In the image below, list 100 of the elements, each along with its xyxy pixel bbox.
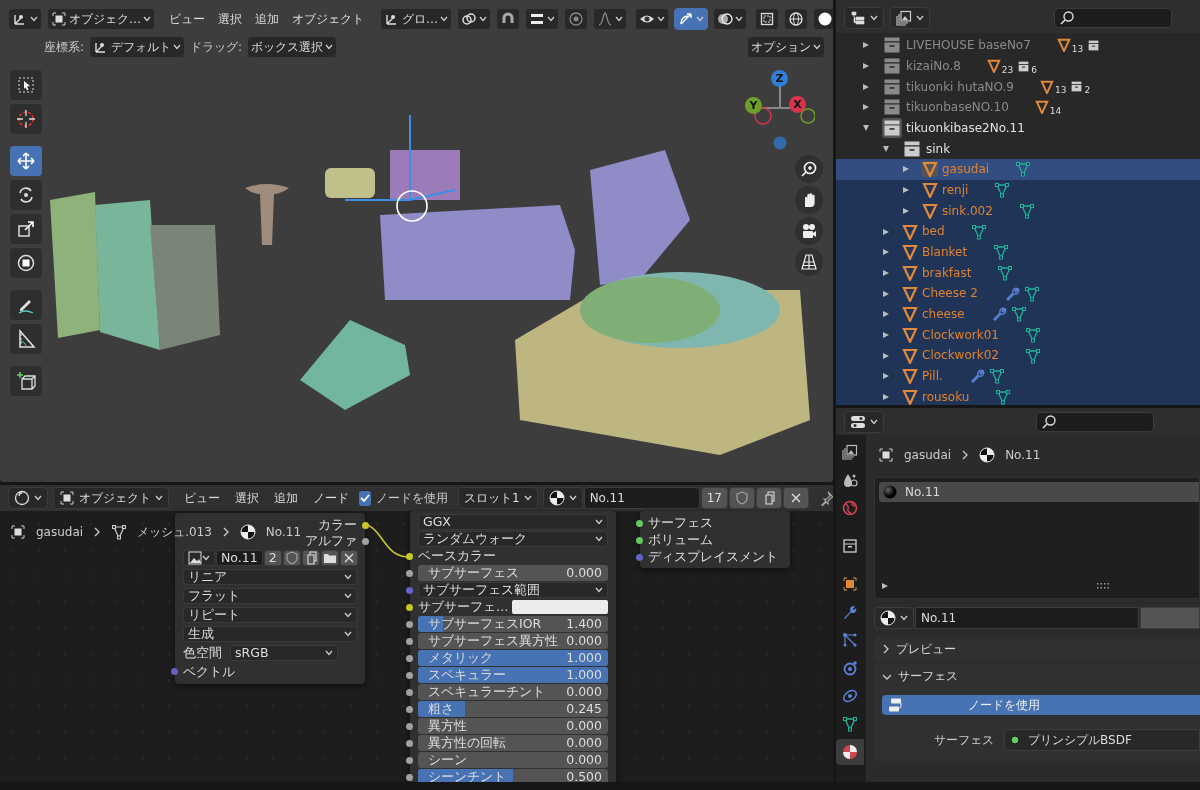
expand-arrow-icon[interactable]	[881, 582, 889, 590]
image-name-field[interactable]: No.11	[216, 549, 263, 566]
outliner-row[interactable]: Blanket	[836, 241, 1200, 263]
outliner-row[interactable]: Pill.	[836, 366, 1200, 387]
node-socket[interactable]	[406, 553, 413, 560]
menu-item[interactable]: 選択	[214, 11, 246, 27]
value-slider[interactable]: サブサーフェス 0.000	[418, 564, 608, 581]
orientation-dropdown[interactable]: グロ…	[380, 8, 452, 30]
solid-shading-button[interactable]	[813, 8, 833, 30]
outliner-row[interactable]: bed	[836, 221, 1200, 242]
outliner-row[interactable]: Cheese 2	[836, 283, 1200, 304]
node-socket[interactable]	[636, 554, 643, 561]
surface-shader-dropdown[interactable]: プリンシプルBSDF	[1004, 728, 1200, 751]
node-socket[interactable]	[406, 672, 413, 679]
node-dropdown[interactable]: リニア	[183, 568, 357, 585]
expand-arrow-icon[interactable]	[882, 310, 890, 319]
proportional-toggle[interactable]	[564, 8, 588, 30]
color-swatch[interactable]	[512, 599, 608, 614]
expand-arrow-icon[interactable]	[902, 165, 910, 174]
image-browse-dropdown[interactable]	[183, 549, 215, 566]
outliner-row[interactable]: Clockwork01	[836, 324, 1200, 346]
outliner-row[interactable]: tikuonbaseNO.10 14	[836, 97, 1200, 118]
unlink-button[interactable]	[782, 487, 809, 509]
drag-dropdown[interactable]: ボックス選択	[247, 36, 338, 58]
expand-arrow-icon[interactable]	[882, 351, 890, 360]
node-socket[interactable]	[406, 706, 413, 713]
open-button[interactable]	[320, 549, 339, 566]
node-socket[interactable]	[406, 638, 413, 645]
node-socket[interactable]	[406, 655, 413, 662]
overlay-toggle[interactable]	[713, 8, 747, 30]
menu-item[interactable]: ビュー	[165, 11, 209, 27]
material-name-field[interactable]: No.11	[915, 607, 1139, 629]
node-socket[interactable]	[406, 604, 413, 611]
node-socket[interactable]	[406, 740, 413, 747]
outliner-row[interactable]: renji	[836, 179, 1200, 201]
pivot-toggle[interactable]	[457, 8, 491, 30]
node-dropdown[interactable]: GGX	[418, 513, 608, 530]
editor-type-dropdown[interactable]	[8, 487, 48, 509]
mode-dropdown[interactable]: オブジェク…	[47, 8, 155, 30]
unlink-button[interactable]	[339, 549, 358, 566]
node-dropdown[interactable]: フラット	[183, 587, 357, 604]
outliner-row[interactable]: LIVEHOUSE baseNo7 13	[836, 35, 1200, 56]
search-field[interactable]	[1054, 8, 1172, 28]
mode-dropdown[interactable]: オブジェクト	[53, 487, 169, 509]
select-tool-button[interactable]	[10, 70, 42, 100]
material-slot[interactable]: No.11	[879, 482, 1199, 502]
display-mode-dropdown[interactable]	[844, 7, 884, 29]
panel-header[interactable]: サーフェス	[874, 664, 1200, 689]
node-socket[interactable]	[362, 538, 369, 545]
expand-arrow-icon[interactable]	[862, 82, 870, 91]
fake-user-button[interactable]	[728, 487, 755, 509]
node-dropdown[interactable]: 生成	[183, 625, 357, 642]
menu-item[interactable]: 追加	[251, 11, 283, 27]
color-space-dropdown[interactable]: sRGB	[230, 644, 338, 661]
value-slider[interactable]: 粗さ 0.245	[418, 700, 608, 717]
expand-arrow-icon[interactable]	[862, 124, 870, 133]
editor-type-dropdown[interactable]	[8, 8, 42, 30]
outliner-row[interactable]: sink.002	[836, 200, 1200, 222]
outliner-row[interactable]: kizaiNo.8 23 6	[836, 55, 1200, 77]
snap-target-dropdown[interactable]	[525, 8, 559, 30]
pan-button[interactable]	[795, 186, 823, 214]
gizmo-toggle[interactable]	[674, 8, 708, 30]
coordinate-system-dropdown[interactable]: デフォルト	[89, 36, 186, 58]
value-slider[interactable]: 異方性 0.000	[418, 717, 608, 734]
material-browse-dropdown[interactable]	[874, 607, 914, 629]
node-socket[interactable]	[406, 621, 413, 628]
filter-dropdown[interactable]	[890, 7, 930, 29]
expand-arrow-icon[interactable]	[882, 289, 890, 298]
measure-tool-button[interactable]	[10, 324, 42, 354]
menu-item[interactable]: オブジェクト	[288, 11, 368, 27]
menu-item[interactable]: 選択	[230, 490, 264, 506]
node-socket[interactable]	[171, 668, 178, 675]
scale-tool-button[interactable]	[10, 214, 42, 244]
expand-arrow-icon[interactable]	[882, 144, 890, 153]
node-socket[interactable]	[406, 689, 413, 696]
wireframe-shading-button[interactable]	[784, 8, 808, 30]
use-nodes-checkbox[interactable]	[359, 490, 371, 506]
value-slider[interactable]: スペキュラー 1.000	[418, 666, 608, 683]
expand-arrow-icon[interactable]	[882, 227, 890, 236]
user-count-button[interactable]: 17	[700, 487, 728, 509]
expand-arrow-icon[interactable]	[902, 206, 910, 215]
expand-arrow-icon[interactable]	[862, 62, 870, 71]
node-socket[interactable]	[406, 757, 413, 764]
node-socket[interactable]	[406, 774, 413, 781]
search-field[interactable]	[1036, 411, 1154, 432]
value-slider[interactable]: 異方性の回転 0.000	[418, 734, 608, 751]
menu-item[interactable]: ビュー	[179, 490, 225, 506]
value-slider[interactable]: スペキュラーチント 0.000	[418, 683, 608, 700]
xray-toggle[interactable]	[755, 8, 779, 30]
slot-dropdown[interactable]: スロット1	[458, 487, 538, 509]
node-socket[interactable]	[406, 723, 413, 730]
perspective-toggle-button[interactable]	[795, 248, 823, 276]
node-socket[interactable]	[406, 570, 413, 577]
expand-arrow-icon[interactable]	[862, 103, 870, 112]
visibility-dropdown[interactable]	[635, 8, 669, 30]
expand-arrow-icon[interactable]	[882, 330, 890, 339]
outliner-row[interactable]: cheese	[836, 303, 1200, 325]
falloff-dropdown[interactable]	[593, 8, 627, 30]
value-slider[interactable]: シーン 0.000	[418, 751, 608, 768]
node-dropdown[interactable]: サブサーフェス範囲	[418, 581, 608, 598]
